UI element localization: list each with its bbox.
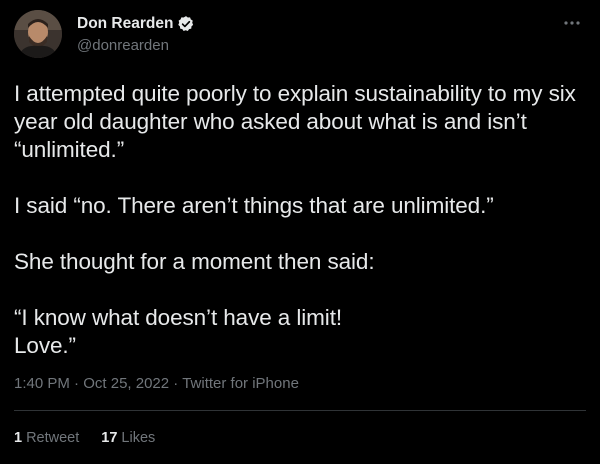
retweets-count: 1	[14, 430, 23, 446]
retweets-stat[interactable]: 1 Retweet	[14, 430, 79, 446]
meta-separator: ·	[173, 375, 183, 392]
display-name[interactable]: Don Rearden	[77, 15, 173, 33]
tweet-card: Don Rearden @donrearden I attempted quit…	[0, 0, 600, 464]
tweet-text: I attempted quite poorly to explain sust…	[14, 80, 589, 360]
tweet-paragraph: I attempted quite poorly to explain sust…	[14, 81, 582, 162]
avatar-image	[14, 10, 62, 58]
verified-badge-icon	[177, 15, 195, 33]
tweet-stats: 1 Retweet 17 Likes	[14, 430, 177, 446]
tweet-paragraph: She thought for a moment then said:	[14, 249, 375, 274]
meta-separator: ·	[74, 375, 84, 392]
more-dots-icon[interactable]	[562, 16, 582, 28]
likes-label: Likes	[121, 430, 156, 446]
tweet-meta: 1:40 PM · Oct 25, 2022 · Twitter for iPh…	[14, 375, 299, 392]
user-handle[interactable]: @donrearden	[77, 37, 195, 54]
display-name-row: Don Rearden	[77, 14, 195, 34]
tweet-paragraph: “I know what doesn’t have a limit! Love.…	[14, 305, 343, 358]
retweets-label: Retweet	[26, 430, 80, 446]
user-names: Don Rearden @donrearden	[77, 14, 195, 54]
avatar[interactable]	[14, 10, 62, 58]
likes-count: 17	[101, 430, 118, 446]
tweet-header: Don Rearden @donrearden	[14, 10, 586, 60]
likes-stat[interactable]: 17 Likes	[101, 430, 155, 446]
tweet-source[interactable]: Twitter for iPhone	[182, 375, 299, 392]
tweet-paragraph: I said “no. There aren’t things that are…	[14, 193, 494, 218]
tweet-time[interactable]: 1:40 PM	[14, 375, 70, 392]
tweet-date[interactable]: Oct 25, 2022	[83, 375, 169, 392]
divider	[14, 410, 586, 411]
